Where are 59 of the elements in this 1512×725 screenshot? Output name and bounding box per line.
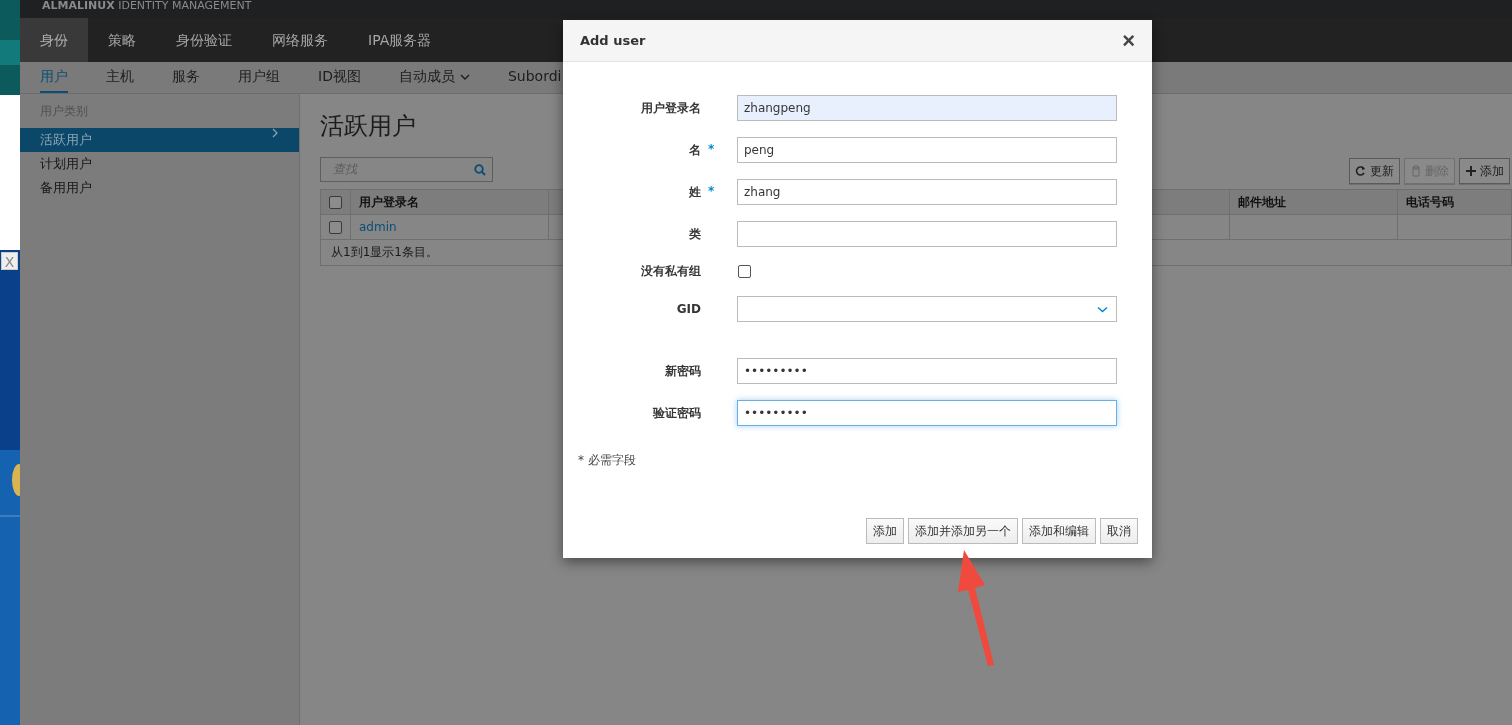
sub-nav-tab[interactable]: 主机 <box>106 62 134 93</box>
input-field[interactable]: zhang <box>737 179 1117 205</box>
checkbox[interactable] <box>329 196 342 209</box>
chevron-down-icon <box>1097 305 1108 313</box>
sidebar-item[interactable]: 备用用户 <box>20 176 299 200</box>
checkbox[interactable] <box>738 265 751 278</box>
sub-nav-tab[interactable]: ID视图 <box>318 62 361 93</box>
sidebar-item-label: 备用用户 <box>40 179 92 197</box>
sidebar-item[interactable]: 计划用户 <box>20 152 299 176</box>
dialog-button[interactable]: 添加和编辑 <box>1022 518 1096 544</box>
select-field[interactable] <box>737 296 1117 322</box>
input-field[interactable]: ••••••••• <box>737 400 1117 426</box>
nav-tab[interactable]: 身份 <box>20 18 88 62</box>
chevron-right-icon <box>272 128 279 138</box>
input-field[interactable]: ••••••••• <box>737 358 1117 384</box>
required-mark: * <box>708 183 716 200</box>
close-button[interactable]: × <box>1122 30 1135 51</box>
nav-tab[interactable]: 身份验证 <box>156 18 252 62</box>
input-field[interactable]: zhangpeng <box>737 95 1117 121</box>
brand-title: ALMALINUX IDENTITY MANAGEMENT <box>42 0 252 12</box>
nav-tab[interactable]: 网络服务 <box>252 18 348 62</box>
sub-nav-tab[interactable]: 自动成员 <box>398 62 470 93</box>
field-label: GID <box>676 302 701 316</box>
sidebar-item[interactable]: 活跃用户 <box>20 128 299 152</box>
column-header: 邮件地址 <box>1229 189 1398 215</box>
refresh-icon <box>1355 165 1367 177</box>
sub-nav-tab[interactable]: 服务 <box>172 62 200 93</box>
sub-nav-tab[interactable]: Subordi <box>507 62 562 93</box>
field-label: 新密码 <box>665 362 701 380</box>
required-note: * 必需字段 <box>577 452 637 469</box>
field-label: 验证密码 <box>653 404 701 422</box>
close-button[interactable]: X <box>1 252 18 270</box>
plus-icon <box>1465 165 1477 177</box>
field-label: 没有私有组 <box>641 263 701 280</box>
field-label: 类 <box>689 225 701 243</box>
checkbox[interactable] <box>329 221 342 234</box>
nav-tab[interactable]: IPA服务器 <box>348 18 452 62</box>
chevron-down-icon <box>459 73 470 81</box>
search-icon <box>474 163 486 176</box>
sidebar-item-label: 活跃用户 <box>40 131 92 149</box>
input-field[interactable] <box>737 221 1117 247</box>
input-field[interactable]: peng <box>737 137 1117 163</box>
dialog-button[interactable]: 添加 <box>866 518 904 544</box>
add-button[interactable]: 添加 <box>1459 158 1510 184</box>
sub-nav-tab[interactable]: 用户组 <box>238 62 280 93</box>
page-title: 活跃用户 <box>320 111 417 142</box>
column-header: 电话号码 <box>1397 189 1512 215</box>
sidebar-item-label: 计划用户 <box>40 155 92 173</box>
required-mark: * <box>708 141 716 158</box>
field-label: 名 <box>689 141 701 159</box>
dialog-title: Add user <box>580 33 646 48</box>
dialog-button[interactable]: 添加并添加另一个 <box>908 518 1018 544</box>
trash-icon <box>1410 165 1422 177</box>
column-header: 用户登录名 <box>350 189 549 215</box>
field-label: 姓 <box>689 183 701 201</box>
field-label: 用户登录名 <box>641 99 701 117</box>
refresh-button[interactable]: 更新 <box>1349 158 1400 184</box>
dialog-button[interactable]: 取消 <box>1100 518 1138 544</box>
nav-tab[interactable]: 策略 <box>88 18 156 62</box>
